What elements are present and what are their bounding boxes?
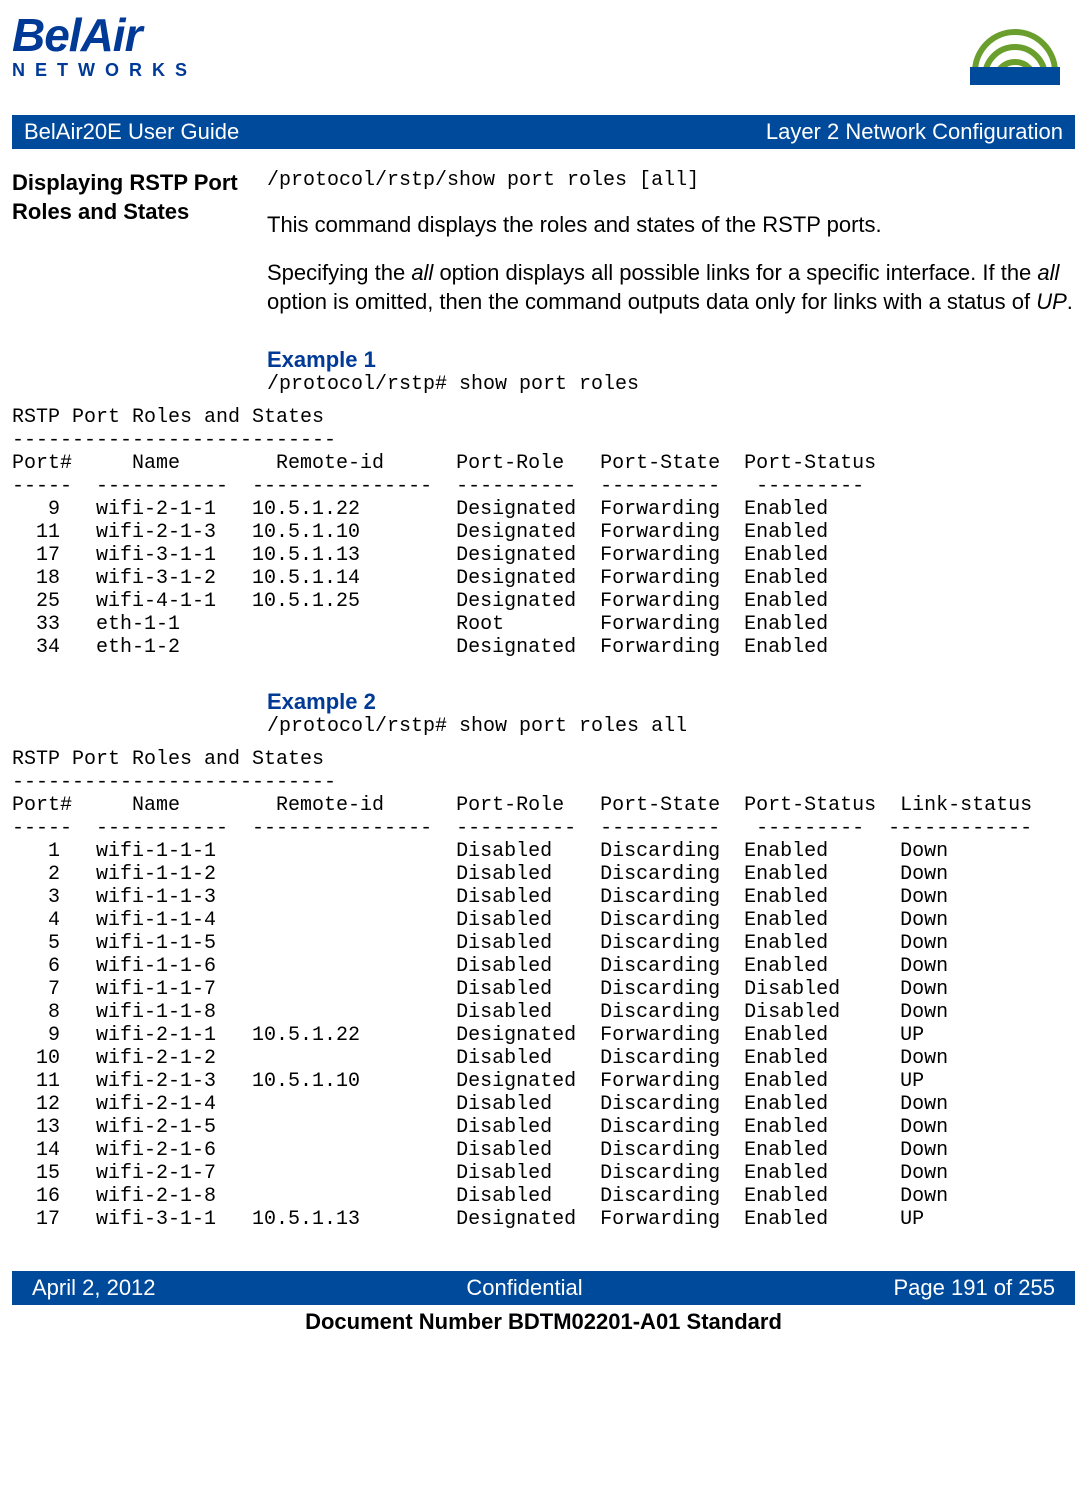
example2-output: RSTP Port Roles and States -------------… bbox=[12, 748, 1075, 1231]
example1-output: RSTP Port Roles and States -------------… bbox=[12, 406, 1075, 659]
logo-icon bbox=[955, 12, 1075, 97]
footer-page: Page 191 of 255 bbox=[894, 1275, 1055, 1301]
desc-paragraph-1: This command displays the roles and stat… bbox=[267, 210, 1075, 240]
command-syntax: /protocol/rstp/show port roles [all] bbox=[267, 169, 1075, 192]
title-bar: BelAir20E User Guide Layer 2 Network Con… bbox=[12, 115, 1075, 149]
example1-command: /protocol/rstp# show port roles bbox=[247, 373, 1075, 396]
chapter-title: Layer 2 Network Configuration bbox=[766, 119, 1063, 145]
footer-bar: April 2, 2012 Confidential Page 191 of 2… bbox=[12, 1271, 1075, 1305]
example1-heading: Example 1 bbox=[247, 347, 1075, 373]
logo-bottom-text: NETWORKS bbox=[12, 60, 197, 81]
footer-date: April 2, 2012 bbox=[32, 1275, 156, 1301]
logo-top-text: BelAir bbox=[12, 12, 197, 58]
document-number: Document Number BDTM02201-A01 Standard bbox=[12, 1309, 1075, 1337]
example2-heading: Example 2 bbox=[247, 689, 1075, 715]
desc-paragraph-2: Specifying the all option displays all p… bbox=[267, 258, 1075, 317]
footer-confidential: Confidential bbox=[466, 1275, 582, 1301]
example2-command: /protocol/rstp# show port roles all bbox=[247, 715, 1075, 738]
guide-title: BelAir20E User Guide bbox=[24, 119, 239, 145]
header: BelAir NETWORKS bbox=[12, 12, 1075, 97]
logo-belair: BelAir NETWORKS bbox=[12, 12, 197, 81]
section-heading: Displaying RSTP Port Roles and States bbox=[12, 169, 247, 226]
